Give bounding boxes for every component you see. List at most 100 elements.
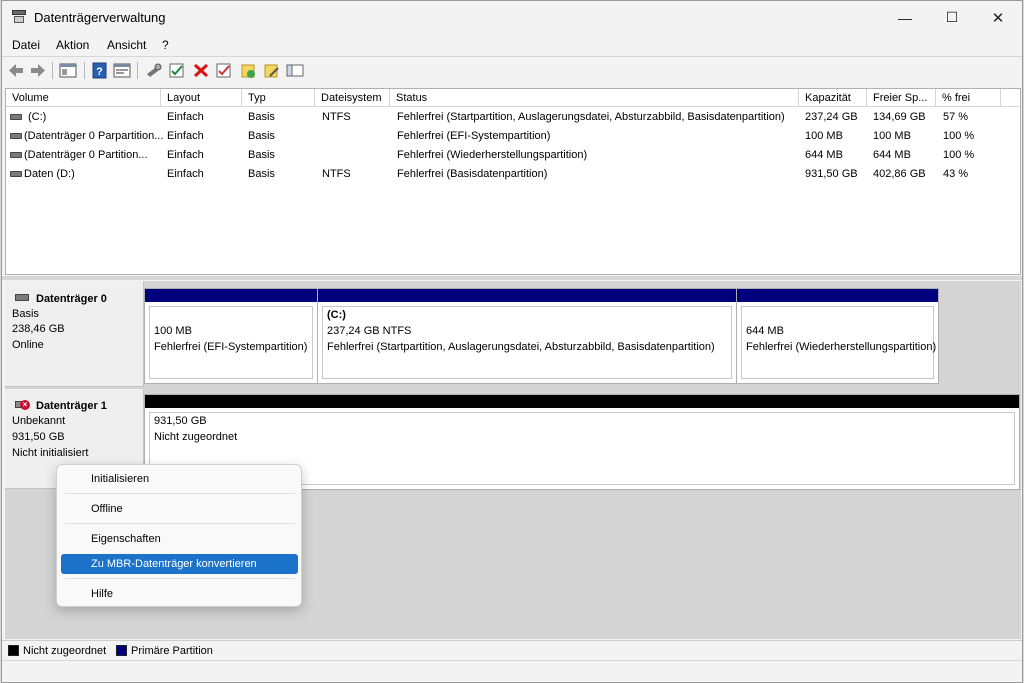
disk-0-partitions: 100 MB Fehlerfrei (EFI-Systempartition) … xyxy=(144,288,939,384)
toolbar-separator xyxy=(52,62,53,79)
volume-layout: Einfach xyxy=(167,168,204,180)
volume-layout: Einfach xyxy=(167,130,204,142)
properties-icon[interactable] xyxy=(113,62,131,79)
connect-icon[interactable] xyxy=(145,62,163,79)
disk-size: 238,46 GB xyxy=(12,323,65,335)
volume-free: 100 MB xyxy=(873,130,911,142)
partition-recovery[interactable]: 644 MB Fehlerfrei (Wiederherstellungspar… xyxy=(736,288,939,384)
partition-color-bar xyxy=(145,289,317,302)
menu-offline[interactable]: Offline xyxy=(61,499,298,519)
volume-name: Daten (D:) xyxy=(24,168,75,180)
minimize-button[interactable]: — xyxy=(882,1,928,34)
volume-filesystem xyxy=(322,146,390,165)
volume-row[interactable]: (Datenträger 0 Parpartition... Einfach B… xyxy=(6,127,1020,146)
col-capacity[interactable]: Kapazität xyxy=(799,89,867,107)
col-type[interactable]: Typ xyxy=(242,89,315,107)
menu-help-item[interactable]: Hilfe xyxy=(61,584,298,604)
toolbar-separator xyxy=(137,62,138,79)
legend-bar: Nicht zugeordnet Primäre Partition xyxy=(2,640,1022,660)
volume-list: Volume Layout Typ Dateisystem Status Kap… xyxy=(5,88,1021,275)
maximize-button[interactable]: ☐ xyxy=(929,1,975,34)
partition-color-bar xyxy=(737,289,938,302)
disk-size: 931,50 GB xyxy=(12,431,65,443)
col-percent-free[interactable]: % frei xyxy=(936,89,1001,107)
disk-type: Unbekannt xyxy=(12,415,66,427)
drive-icon xyxy=(10,171,22,177)
col-layout[interactable]: Layout xyxy=(161,89,242,107)
status-bar xyxy=(2,660,1022,682)
title-bar: Datenträgerverwaltung — ☐ ✕ xyxy=(2,1,1022,34)
partition-size: 644 MB xyxy=(746,325,784,337)
volume-name: (Datenträger 0 Partition... xyxy=(24,149,148,161)
partition-size: 100 MB xyxy=(154,325,192,337)
volume-percent: 100 % xyxy=(943,149,975,161)
window-title: Datenträgerverwaltung xyxy=(34,10,166,25)
partition-efi[interactable]: 100 MB Fehlerfrei (EFI-Systempartition) xyxy=(144,288,318,384)
volume-name: (C:) xyxy=(28,111,47,123)
volume-layout: Einfach xyxy=(167,149,204,161)
menu-properties[interactable]: Eigenschaften xyxy=(61,529,298,549)
context-menu: Initialisieren Offline Eigenschaften Zu … xyxy=(56,464,302,607)
menu-initialize[interactable]: Initialisieren xyxy=(61,469,298,489)
partition-status: Fehlerfrei (EFI-Systempartition) xyxy=(154,341,308,353)
volume-row[interactable]: (Datenträger 0 Partition... Einfach Basi… xyxy=(6,146,1020,165)
disk-icon xyxy=(15,294,29,301)
menu-file[interactable]: Datei xyxy=(12,38,40,52)
volume-type: Basis xyxy=(248,130,275,142)
folder-open-icon[interactable] xyxy=(263,62,281,79)
volume-status: Fehlerfrei (EFI-Systempartition) xyxy=(397,130,551,142)
delete-icon[interactable] xyxy=(192,62,210,79)
partition-size: 931,50 GB xyxy=(154,415,207,427)
volume-filesystem: NTFS xyxy=(322,111,351,123)
check2-icon[interactable] xyxy=(215,62,233,79)
disk-0-label[interactable]: Datenträger 0 Basis 238,46 GB Online xyxy=(5,281,144,387)
console-icon[interactable] xyxy=(59,62,77,79)
legend-swatch-primary xyxy=(116,645,127,656)
volume-percent: 57 % xyxy=(943,111,969,123)
volume-percent: 100 % xyxy=(943,130,975,142)
disk-management-window: Datenträgerverwaltung — ☐ ✕ Datei Aktion… xyxy=(1,0,1023,683)
menu-action[interactable]: Aktion xyxy=(56,38,89,52)
drive-icon xyxy=(10,152,22,158)
volume-filesystem xyxy=(322,127,390,146)
disk-status: Online xyxy=(12,339,44,351)
volume-layout: Einfach xyxy=(167,111,204,123)
menu-help[interactable]: ? xyxy=(162,38,169,52)
back-icon[interactable] xyxy=(7,62,25,79)
col-filesystem[interactable]: Dateisystem xyxy=(315,89,390,107)
drive-icon xyxy=(10,114,22,120)
volume-status: Fehlerfrei (Wiederherstellungspartition) xyxy=(397,149,588,161)
volume-capacity: 931,50 GB xyxy=(805,168,858,180)
check-icon[interactable] xyxy=(168,62,186,79)
menu-view[interactable]: Ansicht xyxy=(107,38,146,52)
col-volume[interactable]: Volume xyxy=(6,89,161,107)
menu-convert-to-mbr[interactable]: Zu MBR-Datenträger konvertieren xyxy=(61,554,298,574)
legend-unallocated: Nicht zugeordnet xyxy=(23,645,107,657)
volume-percent: 43 % xyxy=(943,168,969,180)
disk-type: Basis xyxy=(12,308,39,320)
volume-free: 644 MB xyxy=(873,149,911,161)
col-status[interactable]: Status xyxy=(390,89,799,107)
close-button[interactable]: ✕ xyxy=(975,1,1021,34)
volume-type: Basis xyxy=(248,168,275,180)
partition-size: 237,24 GB NTFS xyxy=(327,325,412,337)
menu-separator xyxy=(65,578,295,579)
volume-status: Fehlerfrei (Startpartition, Auslagerungs… xyxy=(397,111,785,123)
partition-c[interactable]: (C:) 237,24 GB NTFS Fehlerfrei (Startpar… xyxy=(317,288,737,384)
volume-name: (Datenträger 0 Parpartition... xyxy=(24,130,163,142)
forward-icon[interactable] xyxy=(29,62,47,79)
folder-add-icon[interactable] xyxy=(240,62,258,79)
drive-icon xyxy=(10,133,22,139)
volume-row[interactable]: (C:) Einfach Basis NTFS Fehlerfrei (Star… xyxy=(6,108,1020,127)
help-icon[interactable]: ? xyxy=(91,62,109,79)
menu-bar: Datei Aktion Ansicht ? xyxy=(2,34,1022,54)
col-free-space[interactable]: Freier Sp... xyxy=(867,89,936,107)
view-icon[interactable] xyxy=(286,62,304,79)
pane-splitter[interactable] xyxy=(2,276,1022,280)
disk-name: Datenträger 0 xyxy=(36,293,107,305)
partition-body: (C:) 237,24 GB NTFS Fehlerfrei (Startpar… xyxy=(322,306,732,379)
partition-body: 644 MB Fehlerfrei (Wiederherstellungspar… xyxy=(741,306,937,379)
volume-capacity: 644 MB xyxy=(805,149,843,161)
partition-status: Fehlerfrei (Wiederherstellungspartition) xyxy=(746,341,937,353)
volume-row[interactable]: Daten (D:) Einfach Basis NTFS Fehlerfrei… xyxy=(6,165,1020,184)
